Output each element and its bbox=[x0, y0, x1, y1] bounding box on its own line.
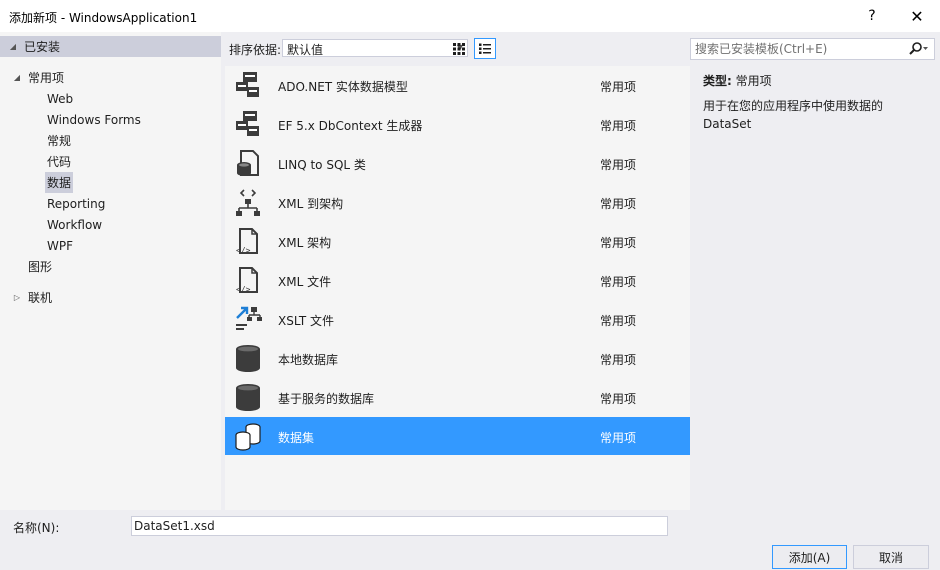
template-name: 数据集 bbox=[278, 431, 315, 445]
list-view-icon bbox=[479, 43, 491, 54]
grid-view-icon bbox=[453, 42, 465, 55]
template-tree: ◢ 已安装 ◢ 常用项 Web Windows Forms 常规 代码 数据 R… bbox=[0, 32, 221, 510]
template-name: ADO.NET 实体数据模型 bbox=[278, 80, 408, 94]
cancel-button[interactable]: 取消 bbox=[853, 545, 929, 569]
template-item-xml-schema[interactable]: </> XML 架构 常用项 bbox=[225, 222, 690, 260]
ado-entity-model-icon bbox=[236, 72, 259, 97]
bottom-bar: 名称(N): 添加(A) 取消 bbox=[0, 510, 940, 570]
template-category: 常用项 bbox=[600, 431, 637, 445]
tree-item-windows-forms[interactable]: Windows Forms bbox=[47, 109, 141, 130]
template-item-ado-entity-model[interactable]: ADO.NET 实体数据模型 常用项 bbox=[225, 66, 690, 104]
xml-file-icon: </> bbox=[236, 267, 258, 294]
template-name: XML 文件 bbox=[278, 275, 332, 289]
template-list: ADO.NET 实体数据模型 常用项 EF 5.x DbContext 生成器 … bbox=[225, 66, 690, 510]
name-label: 名称(N): bbox=[13, 521, 60, 535]
service-database-icon bbox=[236, 384, 260, 411]
template-item-xml-to-schema[interactable]: XML 到架构 常用项 bbox=[225, 183, 690, 221]
template-category: 常用项 bbox=[600, 119, 637, 133]
tree-item-general[interactable]: 常规 bbox=[47, 130, 71, 151]
name-input[interactable] bbox=[131, 516, 668, 536]
tree-online-label: 联机 bbox=[28, 291, 53, 305]
linq-to-sql-icon bbox=[237, 150, 259, 176]
svg-text:</>: </> bbox=[236, 285, 251, 294]
search-input[interactable] bbox=[695, 41, 905, 57]
local-database-icon bbox=[236, 345, 260, 372]
title-bar: 添加新项 - WindowsApplication1 ? ✕ bbox=[0, 0, 940, 32]
template-name: 基于服务的数据库 bbox=[278, 392, 375, 406]
template-name: LINQ to SQL 类 bbox=[278, 158, 366, 172]
search-box bbox=[690, 38, 935, 60]
sort-value: 默认值 bbox=[287, 43, 324, 57]
template-item-xml-file[interactable]: </> XML 文件 常用项 bbox=[225, 261, 690, 299]
close-icon: ✕ bbox=[910, 6, 924, 26]
svg-text:</>: </> bbox=[236, 246, 251, 255]
list-view-button[interactable] bbox=[474, 38, 496, 59]
template-category: 常用项 bbox=[600, 392, 637, 406]
tree-item-code[interactable]: 代码 bbox=[47, 151, 71, 172]
template-item-xslt-file[interactable]: XSLT 文件 常用项 bbox=[225, 300, 690, 338]
expand-arrow-icon: ▷ bbox=[13, 293, 21, 302]
xml-to-schema-icon bbox=[236, 189, 260, 216]
ef-dbcontext-icon bbox=[236, 111, 259, 136]
sort-label: 排序依据: bbox=[229, 43, 282, 57]
template-category: 常用项 bbox=[600, 236, 637, 250]
xslt-file-icon bbox=[236, 306, 262, 330]
template-item-dataset[interactable]: 数据集 常用项 bbox=[225, 417, 690, 455]
template-name: XML 到架构 bbox=[278, 197, 344, 211]
tree-item-web[interactable]: Web bbox=[47, 88, 73, 109]
template-name: XML 架构 bbox=[278, 236, 332, 250]
tree-installed[interactable]: ◢ 已安装 bbox=[0, 36, 221, 57]
sort-bar: 排序依据: 默认值 ▼ bbox=[225, 36, 690, 62]
detail-type-value: 常用项 bbox=[735, 74, 772, 88]
sort-dropdown[interactable]: 默认值 ▼ bbox=[282, 39, 468, 57]
search-icon[interactable] bbox=[908, 41, 930, 57]
tree-item-wpf[interactable]: WPF bbox=[47, 235, 73, 256]
add-button[interactable]: 添加(A) bbox=[772, 545, 847, 569]
close-button[interactable]: ✕ bbox=[897, 0, 937, 32]
tree-item-data[interactable]: 数据 bbox=[45, 172, 74, 193]
tree-online[interactable]: ▷ 联机 bbox=[10, 287, 52, 308]
grid-view-button[interactable] bbox=[448, 38, 470, 59]
template-item-service-database[interactable]: 基于服务的数据库 常用项 bbox=[225, 378, 690, 416]
help-button[interactable]: ? bbox=[852, 0, 892, 32]
collapse-arrow-icon: ◢ bbox=[13, 73, 21, 82]
detail-type-label: 类型: bbox=[703, 74, 732, 88]
template-name: XSLT 文件 bbox=[278, 314, 335, 328]
template-category: 常用项 bbox=[600, 80, 637, 94]
xml-schema-icon: </> bbox=[236, 228, 258, 255]
tree-item-graphics[interactable]: 图形 bbox=[28, 256, 52, 277]
window-title: 添加新项 - WindowsApplication1 bbox=[9, 11, 198, 25]
tree-item-reporting[interactable]: Reporting bbox=[47, 193, 105, 214]
template-item-linq-to-sql[interactable]: LINQ to SQL 类 常用项 bbox=[225, 144, 690, 182]
template-item-local-database[interactable]: 本地数据库 常用项 bbox=[225, 339, 690, 377]
tree-item-workflow[interactable]: Workflow bbox=[47, 214, 102, 235]
collapse-arrow-icon: ◢ bbox=[9, 42, 17, 51]
detail-description: 用于在您的应用程序中使用数据的 DataSet bbox=[703, 99, 884, 131]
template-category: 常用项 bbox=[600, 353, 637, 367]
template-name: 本地数据库 bbox=[278, 353, 339, 367]
dataset-icon bbox=[235, 423, 261, 451]
detail-type: 类型: 常用项 bbox=[703, 72, 772, 89]
template-name: EF 5.x DbContext 生成器 bbox=[278, 119, 423, 133]
template-category: 常用项 bbox=[600, 275, 637, 289]
tree-common[interactable]: ◢ 常用项 bbox=[10, 67, 64, 88]
tree-common-label: 常用项 bbox=[28, 71, 65, 85]
template-category: 常用项 bbox=[600, 158, 637, 172]
tree-installed-label: 已安装 bbox=[24, 40, 61, 54]
template-item-ef-dbcontext[interactable]: EF 5.x DbContext 生成器 常用项 bbox=[225, 105, 690, 143]
template-category: 常用项 bbox=[600, 197, 637, 211]
template-category: 常用项 bbox=[600, 314, 637, 328]
